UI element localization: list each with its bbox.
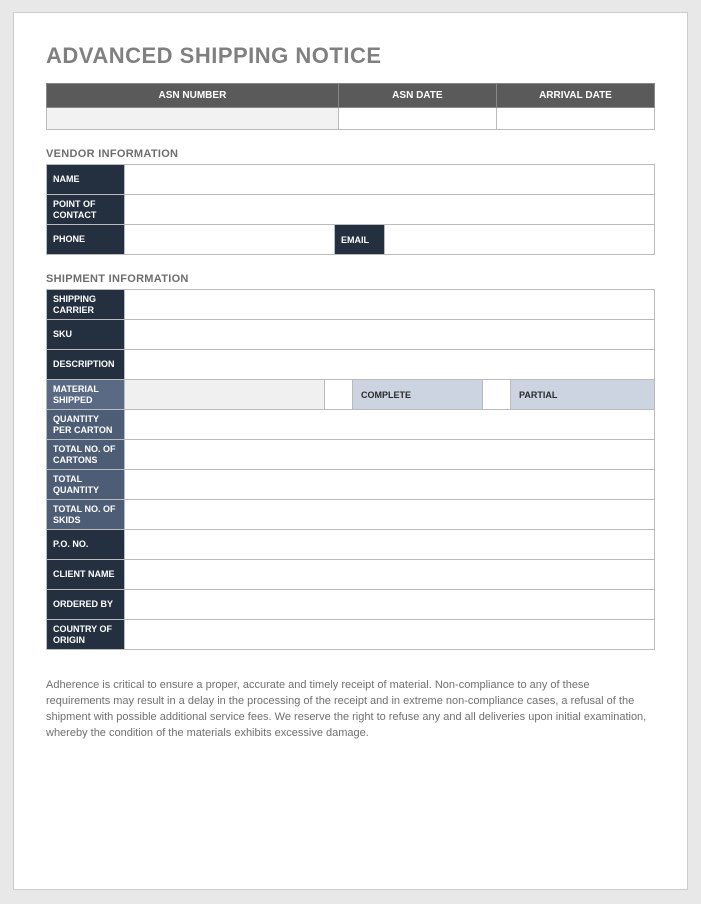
total-qty-input[interactable] bbox=[125, 470, 655, 500]
arrival-date-input[interactable] bbox=[496, 108, 654, 130]
po-label: P.O. NO. bbox=[47, 530, 125, 560]
total-skids-input[interactable] bbox=[125, 500, 655, 530]
description-label: DESCRIPTION bbox=[47, 350, 125, 380]
qty-carton-input[interactable] bbox=[125, 410, 655, 440]
asn-date-input[interactable] bbox=[338, 108, 496, 130]
shipment-section-label: SHIPMENT INFORMATION bbox=[46, 273, 655, 285]
name-input[interactable] bbox=[125, 165, 655, 195]
arrival-date-header: ARRIVAL DATE bbox=[496, 84, 654, 108]
asn-number-input[interactable] bbox=[47, 108, 339, 130]
email-input[interactable] bbox=[385, 225, 655, 255]
partial-label: PARTIAL bbox=[511, 380, 655, 410]
vendor-section-label: VENDOR INFORMATION bbox=[46, 148, 655, 160]
name-label: NAME bbox=[47, 165, 125, 195]
partial-checkbox[interactable] bbox=[483, 380, 511, 410]
email-label: EMAIL bbox=[335, 225, 385, 255]
ordered-by-input[interactable] bbox=[125, 590, 655, 620]
material-shipped-input[interactable] bbox=[125, 380, 325, 410]
sku-input[interactable] bbox=[125, 320, 655, 350]
ordered-by-label: ORDERED BY bbox=[47, 590, 125, 620]
total-cartons-input[interactable] bbox=[125, 440, 655, 470]
carrier-input[interactable] bbox=[125, 290, 655, 320]
total-cartons-label: TOTAL NO. OF CARTONS bbox=[47, 440, 125, 470]
client-label: CLIENT NAME bbox=[47, 560, 125, 590]
po-input[interactable] bbox=[125, 530, 655, 560]
phone-input[interactable] bbox=[125, 225, 335, 255]
origin-input[interactable] bbox=[125, 620, 655, 650]
poc-input[interactable] bbox=[125, 195, 655, 225]
asn-header-table: ASN NUMBER ASN DATE ARRIVAL DATE bbox=[46, 83, 655, 130]
asn-number-header: ASN NUMBER bbox=[47, 84, 339, 108]
complete-checkbox[interactable] bbox=[325, 380, 353, 410]
material-label: MATERIAL SHIPPED bbox=[47, 380, 125, 410]
page-title: ADVANCED SHIPPING NOTICE bbox=[46, 43, 655, 69]
carrier-label: SHIPPING CARRIER bbox=[47, 290, 125, 320]
total-skids-label: TOTAL NO. OF SKIDS bbox=[47, 500, 125, 530]
client-input[interactable] bbox=[125, 560, 655, 590]
vendor-table: NAME POINT OF CONTACT PHONE EMAIL bbox=[46, 164, 655, 255]
total-qty-label: TOTAL QUANTITY bbox=[47, 470, 125, 500]
description-input[interactable] bbox=[125, 350, 655, 380]
complete-label: COMPLETE bbox=[353, 380, 483, 410]
phone-label: PHONE bbox=[47, 225, 125, 255]
sku-label: SKU bbox=[47, 320, 125, 350]
asn-date-header: ASN DATE bbox=[338, 84, 496, 108]
origin-label: COUNTRY OF ORIGIN bbox=[47, 620, 125, 650]
qty-carton-label: QUANTITY PER CARTON bbox=[47, 410, 125, 440]
shipment-table: SHIPPING CARRIER SKU DESCRIPTION MATERIA… bbox=[46, 289, 655, 650]
page: ADVANCED SHIPPING NOTICE ASN NUMBER ASN … bbox=[13, 12, 688, 890]
disclaimer-text: Adherence is critical to ensure a proper… bbox=[46, 678, 655, 742]
poc-label: POINT OF CONTACT bbox=[47, 195, 125, 225]
